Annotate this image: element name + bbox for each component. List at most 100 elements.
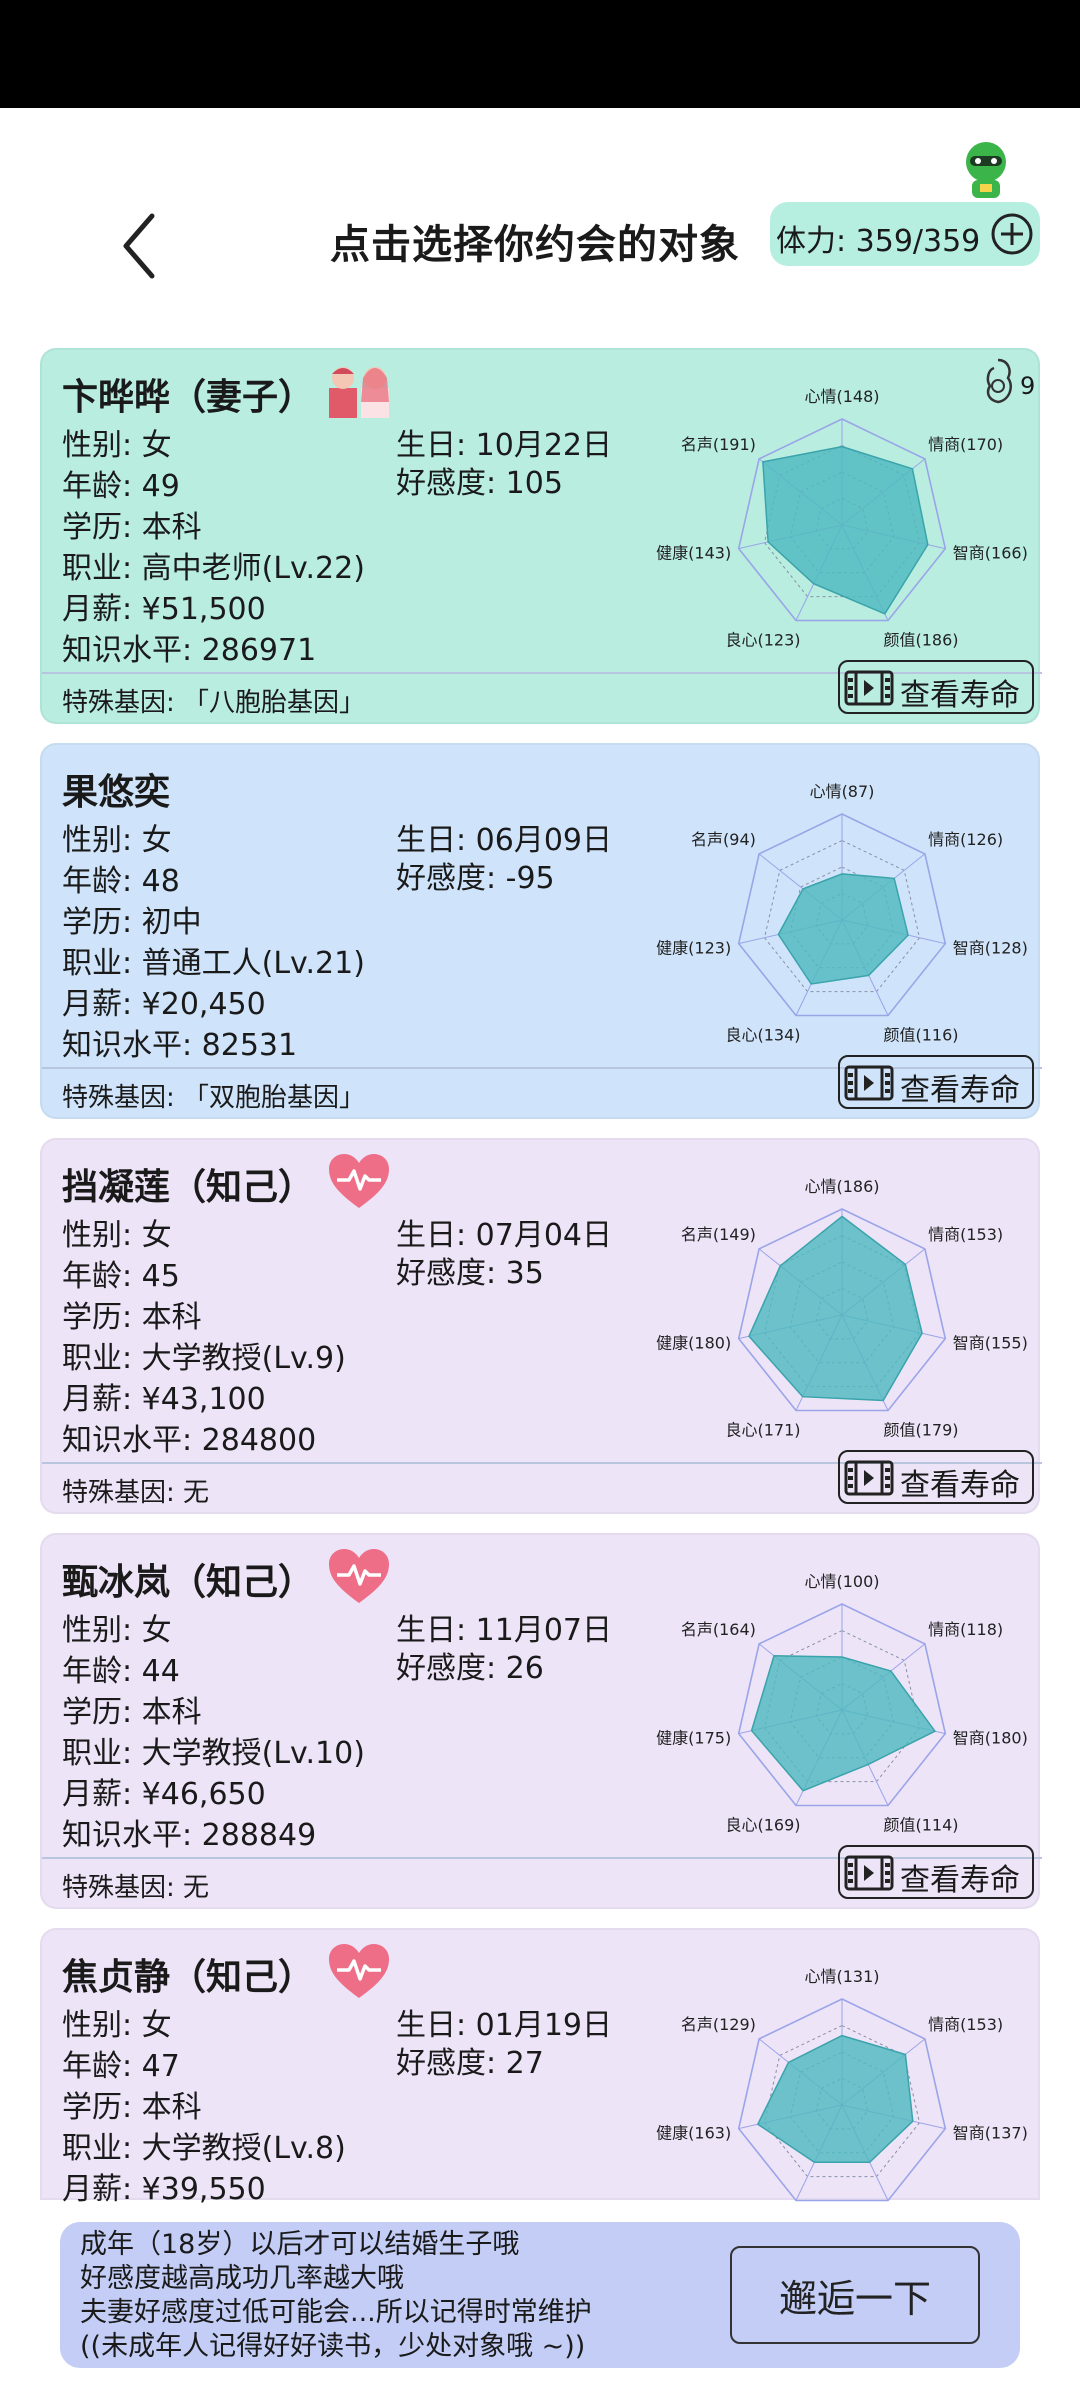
- radar-label: 智商(180): [953, 1729, 1028, 1748]
- radar-label: 名声(94): [691, 830, 756, 849]
- radar-label: 颜值(186): [884, 630, 959, 649]
- radar-label: 智商(128): [953, 939, 1028, 958]
- partner-knowledge: 知识水平: 82531: [62, 1028, 298, 1063]
- mascot-icon: [958, 140, 1014, 202]
- partner-birthday: 生日: 06月09日: [396, 823, 612, 858]
- partner-job: 职业: 大学教授(Lv.8): [62, 2131, 346, 2166]
- partner-card[interactable]: 果悠奕 性别: 女年龄: 48 学历: 初中 职业: 普通工人(Lv.21) 月薪: ¥…: [40, 743, 1042, 1119]
- view-lifespan-label: 查看寿命: [900, 1863, 1020, 1898]
- partner-birthday: 生日: 11月07日: [396, 1613, 612, 1648]
- radar-data-area: [762, 445, 929, 615]
- radar-label: 良心(134): [725, 1025, 800, 1044]
- partner-knowledge: 知识水平: 284800: [62, 1423, 317, 1458]
- stamina-indicator: 体力: 359/359: [770, 202, 1040, 266]
- radar-label: 情商(118): [928, 1620, 1003, 1639]
- radar-label: 智商(155): [953, 1334, 1028, 1353]
- attribute-radar-chart: 心情(148) 情商(170) 智商(166) 颜值(186) 良心(123) 健康(14…: [656, 387, 1028, 649]
- tip-line: 好感度越高成功几率越大哦: [80, 2263, 404, 2294]
- radar-label: 智商(137): [953, 2124, 1028, 2143]
- partner-education: 学历: 本科: [62, 510, 202, 545]
- add-stamina-button[interactable]: [990, 212, 1034, 256]
- radar-label: 名声(164): [681, 1620, 756, 1639]
- partner-education: 学历: 本科: [62, 2090, 202, 2125]
- back-button[interactable]: [112, 206, 172, 286]
- film-icon: [844, 1460, 894, 1496]
- radar-label: 健康(123): [656, 939, 731, 958]
- partner-knowledge: 知识水平: 286971: [62, 633, 317, 668]
- partner-affection: 好感度: 105: [396, 466, 563, 501]
- special-gene: 特殊基因: 「八胞胎基因」: [62, 688, 366, 718]
- radar-label: 名声(129): [681, 2015, 756, 2034]
- radar-label: 健康(180): [656, 1334, 731, 1353]
- partner-age: 年龄: 44: [62, 1654, 180, 1689]
- view-lifespan-label: 查看寿命: [900, 678, 1020, 713]
- tip-line: ((未成年人记得好好读书，少处对象哦 ~)): [80, 2331, 586, 2362]
- radar-label: 健康(163): [656, 2124, 731, 2143]
- partner-age: 年龄: 47: [62, 2049, 180, 2084]
- radar-label: 情商(153): [928, 1225, 1003, 1244]
- radar-data-area: [748, 1215, 923, 1402]
- partner-affection: 好感度: 35: [396, 1256, 544, 1291]
- partner-job: 职业: 大学教授(Lv.9): [62, 1341, 346, 1376]
- radar-label: 健康(143): [656, 544, 731, 563]
- children-count: 9: [1020, 372, 1036, 400]
- partner-card[interactable]: 焦贞静（知己） 性别: 女年龄: 47 学历: 本科 职业: 大学教授(Lv.8) 月薪…: [40, 1928, 1040, 2207]
- partner-name: 甄冰岚（知己）: [62, 1562, 315, 1603]
- partner-gender: 性别: 女: [62, 1218, 172, 1253]
- radar-label: 智商(166): [953, 544, 1028, 563]
- radar-label: 良心(171): [725, 1420, 800, 1439]
- partner-education: 学历: 初中: [62, 905, 202, 940]
- radar-label: 名声(191): [681, 435, 756, 454]
- page-title: 点击选择你约会的对象: [330, 222, 740, 268]
- partner-birthday: 生日: 07月04日: [396, 1218, 612, 1253]
- partner-gender: 性别: 女: [62, 823, 172, 858]
- partner-card[interactable]: 甄冰岚（知己） 性别: 女年龄: 44 学历: 本科 职业: 大学教授(Lv.10) 月…: [40, 1533, 1042, 1909]
- tip-line: 夫妻好感度过低可能会...所以记得时常维护: [80, 2297, 592, 2328]
- heartbeat-icon: [327, 1942, 391, 2004]
- special-gene: 特殊基因: 无: [62, 1873, 210, 1903]
- partner-job: 职业: 普通工人(Lv.21): [62, 946, 365, 981]
- radar-label: 心情(148): [804, 387, 879, 406]
- stamina-text: 体力: 359/359: [776, 224, 981, 259]
- partner-name: 卞晔晔（妻子）: [62, 377, 315, 418]
- partner-knowledge: 知识水平: 288849: [62, 1818, 317, 1853]
- partner-card[interactable]: 挡凝莲（知己） 性别: 女年龄: 45 学历: 本科 职业: 大学教授(Lv.9) 月薪…: [40, 1138, 1042, 1514]
- status-bar: [0, 0, 1080, 108]
- partner-age: 年龄: 49: [62, 469, 180, 504]
- partner-salary: 月薪: ¥46,650: [62, 1777, 266, 1812]
- partner-job: 职业: 高中老师(Lv.22): [62, 551, 365, 586]
- film-icon: [844, 670, 894, 706]
- radar-label: 颜值(179): [884, 1420, 959, 1439]
- radar-label: 名声(149): [681, 1225, 756, 1244]
- tip-line: 成年（18岁）以后才可以结婚生子哦: [80, 2229, 520, 2260]
- radar-label: 情商(153): [928, 2015, 1003, 2034]
- radar-label: 健康(175): [656, 1729, 731, 1748]
- partner-age: 年龄: 48: [62, 864, 180, 899]
- partner-card[interactable]: 卞晔晔（妻子） 9 性别: 女年龄: 49 学历: 本科职业: 高中老师(Lv.22)…: [40, 348, 1042, 724]
- special-gene: 特殊基因: 「双胞胎基因」: [62, 1083, 366, 1113]
- partner-job: 职业: 大学教授(Lv.10): [62, 1736, 365, 1771]
- encounter-button[interactable]: 邂逅一下: [730, 2246, 980, 2344]
- attribute-radar-chart: 心情(87) 情商(126) 智商(128) 颜值(116) 良心(134) 健康(123…: [656, 782, 1028, 1044]
- attribute-radar-chart: 心情(186) 情商(153) 智商(155) 颜值(179) 良心(171) 健康(18…: [656, 1177, 1028, 1439]
- partner-affection: 好感度: 26: [396, 1651, 544, 1686]
- partner-gender: 性别: 女: [62, 428, 172, 463]
- wedding-couple-icon: [327, 362, 393, 424]
- film-icon: [844, 1065, 894, 1101]
- radar-label: 情商(126): [928, 830, 1003, 849]
- partner-birthday: 生日: 10月22日: [396, 428, 612, 463]
- radar-label: 良心(169): [725, 1815, 800, 1834]
- view-lifespan-label: 查看寿命: [900, 1468, 1020, 1503]
- partner-birthday: 生日: 01月19日: [396, 2008, 612, 2043]
- radar-label: 颜值(116): [884, 1025, 959, 1044]
- view-lifespan-label: 查看寿命: [900, 1073, 1020, 1108]
- radar-label: 心情(87): [810, 782, 875, 801]
- partner-salary: 月薪: ¥20,450: [62, 987, 266, 1022]
- partner-salary: 月薪: ¥43,100: [62, 1382, 266, 1417]
- film-icon: [844, 1855, 894, 1891]
- partner-salary: 月薪: ¥39,550: [62, 2172, 266, 2207]
- header: 点击选择你约会的对象 体力: 359/359: [0, 108, 1080, 328]
- partner-name: 挡凝莲（知己）: [62, 1167, 315, 1208]
- special-gene: 特殊基因: 无: [62, 1478, 210, 1508]
- partner-education: 学历: 本科: [62, 1300, 202, 1335]
